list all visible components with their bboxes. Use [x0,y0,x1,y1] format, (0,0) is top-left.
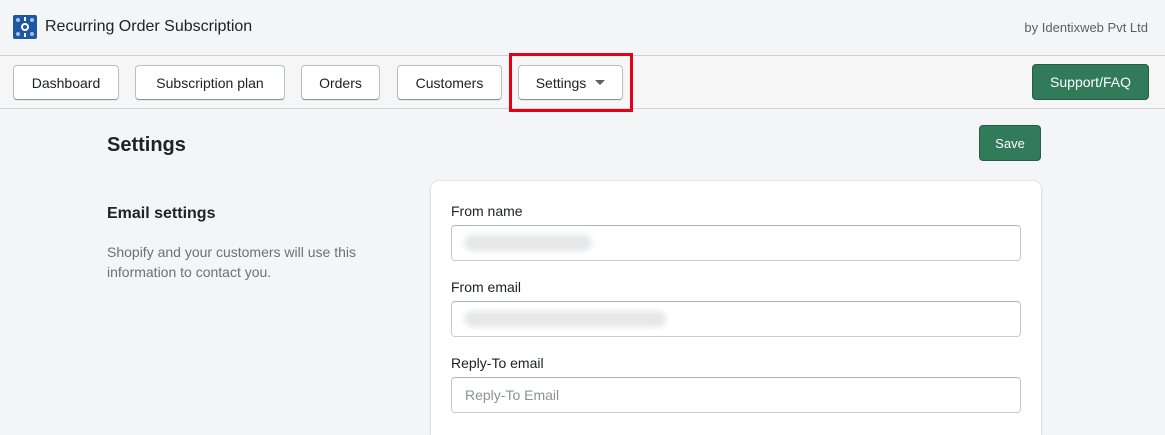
email-settings-heading: Email settings [107,205,216,222]
reply-to-email-input[interactable]: Reply-To Email [451,377,1021,413]
from-name-redacted-value [464,235,592,251]
app-title: Recurring Order Subscription [45,18,253,35]
from-name-input[interactable] [451,225,1021,261]
from-email-redacted-value [464,311,666,327]
settings-highlight-box [509,53,633,112]
reply-to-email-label: Reply-To email [451,355,544,371]
from-email-input[interactable] [451,301,1021,337]
from-email-label: From email [451,279,522,295]
support-faq-button[interactable]: Support/FAQ [1032,64,1149,100]
nav-orders-button[interactable]: Orders [301,65,380,100]
app-byline: by Identixweb Pvt Ltd [1024,20,1148,35]
app-logo-icon [13,15,37,39]
email-settings-card: From name From email Reply-To email Repl… [431,181,1041,435]
app-header: Recurring Order Subscription by Identixw… [0,0,1165,56]
save-button[interactable]: Save [979,125,1041,161]
from-name-label: From name [451,203,523,219]
nav-customers-button[interactable]: Customers [397,65,502,100]
nav-dashboard-button[interactable]: Dashboard [13,65,119,100]
nav-subscription-plan-button[interactable]: Subscription plan [135,65,285,100]
reply-to-email-placeholder: Reply-To Email [465,387,560,403]
email-settings-description: Shopify and your customers will use this… [107,244,356,280]
page-title: Settings [107,134,186,156]
